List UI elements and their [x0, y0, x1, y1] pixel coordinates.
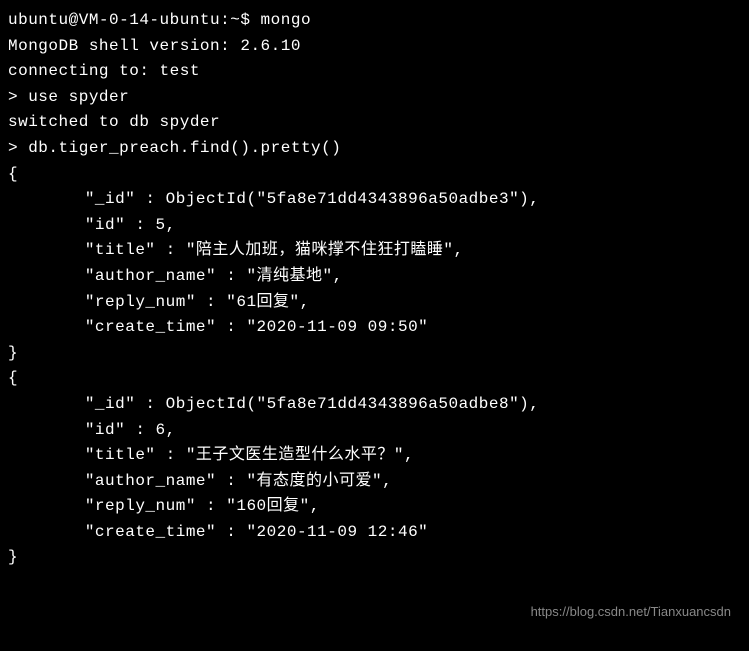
shell-version-line: MongoDB shell version: 2.6.10 — [8, 34, 741, 60]
connecting-line: connecting to: test — [8, 59, 741, 85]
find-command-line[interactable]: > db.tiger_preach.find().pretty() — [8, 136, 741, 162]
use-command-line[interactable]: > use spyder — [8, 85, 741, 111]
brace-close: } — [8, 341, 741, 367]
brace-open: { — [8, 366, 741, 392]
record-field-title: "title" : "王子文医生造型什么水平？", — [8, 443, 741, 469]
record-field-author: "author_name" : "清纯基地", — [8, 264, 741, 290]
brace-close: } — [8, 545, 741, 571]
brace-open: { — [8, 162, 741, 188]
shell-prompt-line[interactable]: ubuntu@VM-0-14-ubuntu:~$ mongo — [8, 8, 741, 34]
record-field-reply: "reply_num" : "160回复", — [8, 494, 741, 520]
watermark-text: https://blog.csdn.net/Tianxuancsdn — [531, 602, 731, 623]
record-field-id: "_id" : ObjectId("5fa8e71dd4343896a50adb… — [8, 187, 741, 213]
record-field-author: "author_name" : "有态度的小可爱", — [8, 469, 741, 495]
record-field-id: "_id" : ObjectId("5fa8e71dd4343896a50adb… — [8, 392, 741, 418]
record-field-num: "id" : 6, — [8, 418, 741, 444]
record-field-num: "id" : 5, — [8, 213, 741, 239]
record-field-title: "title" : "陪主人加班，猫咪撑不住狂打瞌睡", — [8, 238, 741, 264]
record-field-time: "create_time" : "2020-11-09 09:50" — [8, 315, 741, 341]
terminal-output: ubuntu@VM-0-14-ubuntu:~$ mongo MongoDB s… — [8, 8, 741, 571]
record-field-time: "create_time" : "2020-11-09 12:46" — [8, 520, 741, 546]
switched-db-line: switched to db spyder — [8, 110, 741, 136]
record-field-reply: "reply_num" : "61回复", — [8, 290, 741, 316]
